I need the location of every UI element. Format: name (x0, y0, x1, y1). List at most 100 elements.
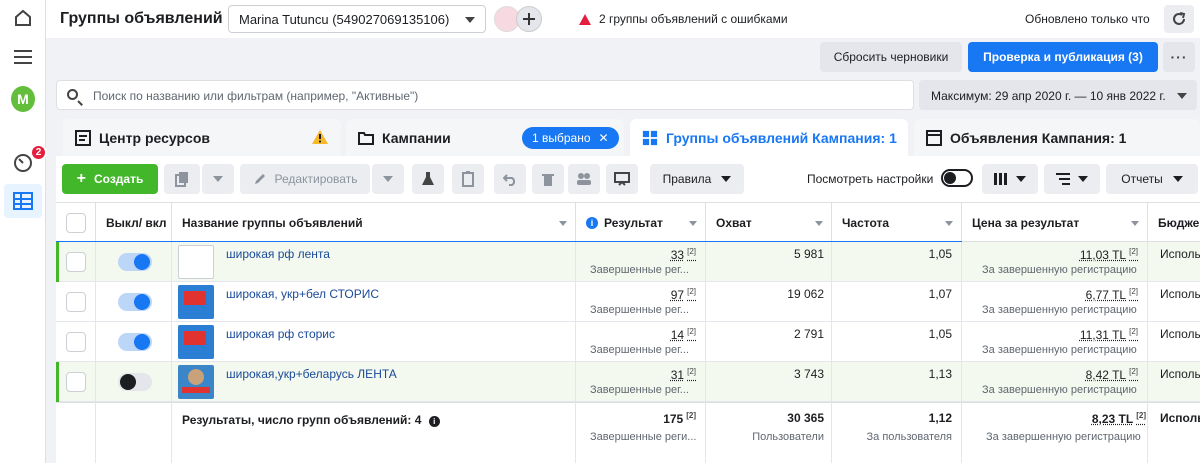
toolbar: + Создать Редактировать Правила Посмотре… (56, 156, 1200, 202)
undo-button[interactable] (494, 164, 526, 194)
cell-checkbox (56, 322, 96, 362)
account-select-value: Marina Tutuncu (549027069135106) (239, 12, 449, 27)
tab-ads[interactable]: Объявления Кампания: 1 (914, 119, 1200, 157)
breakdown-button[interactable] (1044, 164, 1100, 194)
selected-pill[interactable]: 1 выбрано ✕ (522, 127, 619, 149)
add-account-avatar[interactable] (516, 6, 542, 32)
account-avatar[interactable]: M (11, 87, 35, 111)
search-icon (67, 89, 78, 100)
column-budget[interactable]: Бюдже (1148, 203, 1200, 243)
close-icon[interactable]: ✕ (599, 131, 609, 145)
row-checkbox[interactable] (66, 332, 86, 352)
review-publish-button[interactable]: Проверка и публикация (3) (968, 42, 1158, 72)
resource-icon (75, 130, 91, 146)
summary-spacer (56, 403, 96, 463)
column-onoff[interactable]: Выкл/ вкл (96, 203, 172, 243)
ad-icon (926, 130, 942, 146)
column-name[interactable]: Название группы объявлений (172, 203, 576, 243)
view-settings-toggle[interactable] (941, 169, 973, 187)
cell-frequency (832, 322, 962, 362)
create-label: Создать (94, 172, 143, 186)
toggle-knob (134, 254, 150, 270)
row-checkbox[interactable] (66, 252, 86, 272)
cell-checkbox (56, 362, 96, 402)
cell-result (576, 322, 706, 362)
refresh-button[interactable] (1164, 5, 1194, 33)
view-settings-label: Посмотреть настройки (807, 172, 933, 186)
date-range-picker[interactable]: Максимум: 29 апр 2020 г. — 10 янв 2022 г… (919, 80, 1197, 110)
duplicate-menu-button[interactable] (202, 164, 234, 194)
search-input[interactable] (93, 87, 893, 105)
delete-button[interactable] (532, 164, 564, 194)
tab-resource-center[interactable]: Центр ресурсов (63, 119, 341, 157)
reports-button[interactable]: Отчеты (1106, 164, 1198, 194)
create-button[interactable]: + Создать (62, 164, 158, 194)
folder-icon (358, 130, 374, 146)
chevron-down-icon (213, 176, 223, 182)
row-checkbox[interactable] (66, 372, 86, 392)
toggle-knob (120, 374, 136, 390)
column-cost[interactable]: Цена за результат (962, 203, 1148, 243)
account-select[interactable]: Marina Tutuncu (549027069135106) (228, 5, 486, 33)
row-checkbox[interactable] (66, 292, 86, 312)
table-row[interactable]: широкая,укр+беларусь ЛЕНТА 31 [2] Заверше… (56, 362, 1200, 402)
select-all-checkbox[interactable] (66, 213, 86, 233)
table-row[interactable]: широкая, укр+бел СТОРИС 97 [2] Завершенны… (56, 282, 1200, 322)
cell-name (172, 242, 576, 282)
people-icon (576, 173, 592, 185)
toggle-knob (134, 334, 150, 350)
error-notice[interactable]: 2 группы объявлений с ошибками (579, 12, 788, 26)
ab-test-button[interactable] (412, 164, 444, 194)
clipboard-button[interactable] (452, 164, 484, 194)
tab-ad-groups[interactable]: Группы объявлений Кампания: 1 (630, 119, 908, 157)
reports-label: Отчеты (1121, 172, 1162, 186)
cell-result (576, 242, 706, 282)
row-budget: Исполь (1160, 247, 1200, 261)
home-icon[interactable] (11, 6, 35, 30)
table-icon[interactable] (11, 189, 35, 213)
edit-menu-button[interactable] (372, 164, 404, 194)
cell-reach (706, 322, 832, 362)
more-options-button[interactable]: ··· (1163, 42, 1195, 72)
table-summary-row: Результаты, число групп объявлений: 4 i … (56, 402, 1200, 463)
table-row[interactable]: широкая рф сторис 14 [2] Завершенные рег.… (56, 322, 1200, 362)
reset-drafts-button[interactable]: Сбросить черновики (820, 42, 962, 72)
summary-reach-cell (706, 403, 832, 463)
summary-budget: Исполь (1160, 411, 1200, 425)
table-row[interactable]: широкая рф лента 33 [2] Завершенные рег..… (56, 242, 1200, 282)
preview-button[interactable] (606, 164, 638, 194)
chevron-down-icon (1173, 176, 1183, 182)
cell-toggle (96, 362, 172, 402)
cell-cost (962, 322, 1148, 362)
toggle-knob (134, 294, 150, 310)
chevron-down-icon (465, 17, 475, 23)
rules-button[interactable]: Правила (650, 164, 744, 194)
summary-result-cell (576, 403, 706, 463)
cell-toggle (96, 282, 172, 322)
row-toggle[interactable] (118, 373, 152, 391)
updated-status: Обновлено только что (1025, 12, 1150, 26)
column-reach[interactable]: Охват (706, 203, 832, 243)
menu-icon[interactable] (11, 45, 35, 69)
edit-label: Редактировать (275, 172, 358, 186)
pencil-icon (253, 172, 267, 186)
row-toggle[interactable] (118, 253, 152, 271)
cell-cost (962, 282, 1148, 322)
duplicate-button[interactable] (164, 164, 200, 194)
edit-button[interactable]: Редактировать (240, 164, 370, 194)
audience-button[interactable] (568, 164, 600, 194)
row-toggle[interactable] (118, 333, 152, 351)
top-bar: Группы объявлений Marina Tutuncu (549027… (46, 0, 1200, 38)
column-frequency-label: Частота (842, 216, 889, 230)
left-rail: M 2 (0, 0, 46, 463)
cell-reach (706, 282, 832, 322)
summary-name-cell (172, 403, 576, 463)
column-frequency[interactable]: Частота (832, 203, 962, 243)
columns-button[interactable] (982, 164, 1038, 194)
cell-toggle (96, 242, 172, 282)
cell-result (576, 282, 706, 322)
chevron-down-icon (721, 176, 731, 182)
row-toggle[interactable] (118, 293, 152, 311)
column-result[interactable]: i Результат (576, 203, 706, 243)
date-range-value: Максимум: 29 апр 2020 г. — 10 янв 2022 г… (931, 89, 1166, 103)
